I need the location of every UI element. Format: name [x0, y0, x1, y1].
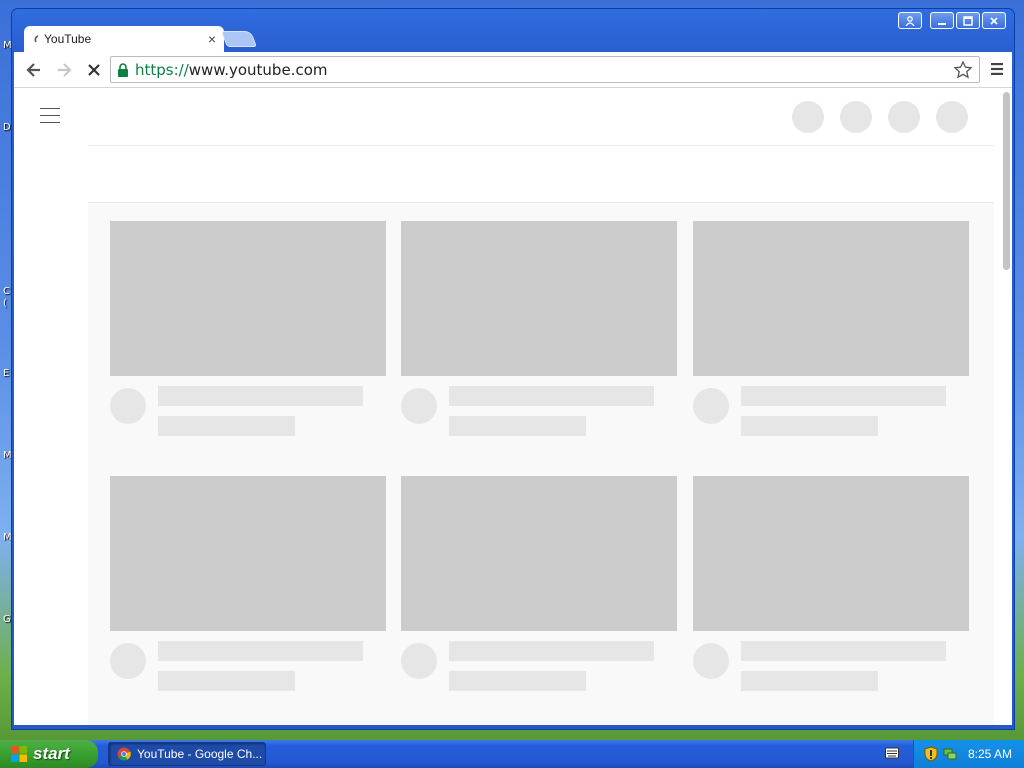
avatar-placeholder [401, 643, 437, 679]
browser-menu-icon[interactable] [990, 62, 1004, 76]
meta-placeholder [158, 671, 295, 691]
thumbnail-placeholder [401, 221, 677, 376]
window-controls [898, 12, 1006, 29]
tab-title: YouTube [44, 32, 92, 46]
taskbar: start YouTube - Google Ch... 8:25 AM [0, 740, 1024, 768]
video-card-skeleton [693, 476, 969, 691]
avatar-placeholder [693, 388, 729, 424]
stop-icon [88, 63, 100, 76]
keyboard-icon[interactable] [885, 747, 899, 759]
close-window-button[interactable] [982, 12, 1006, 29]
meta-placeholder [741, 416, 878, 436]
chrome-icon [117, 747, 131, 761]
minimize-button[interactable] [930, 12, 954, 29]
user-icon [905, 15, 915, 26]
close-icon [990, 16, 998, 25]
taskbar-window-button[interactable]: YouTube - Google Ch... [108, 742, 266, 766]
thumbnail-placeholder [693, 476, 969, 631]
desktop-icon-label: E [3, 368, 10, 379]
desktop-icon-label: D [3, 122, 11, 133]
thumbnail-placeholder [110, 221, 386, 376]
url-scheme: https:// [135, 60, 189, 79]
desktop-icon-label: ( [3, 298, 7, 309]
thumbnail-placeholder [693, 221, 969, 376]
system-tray: 8:25 AM [913, 740, 1024, 768]
clock: 8:25 AM [968, 747, 1013, 761]
minimize-icon [938, 22, 946, 25]
browser-tab[interactable]: YouTube × [24, 26, 224, 52]
browser-toolbar: https://www.youtube.com [14, 52, 1012, 87]
forward-arrow-icon [58, 62, 72, 77]
header-placeholder-circle [792, 101, 824, 133]
thumbnail-placeholder [110, 476, 386, 631]
address-bar[interactable]: https://www.youtube.com [110, 56, 980, 83]
page-scrollbar[interactable] [1003, 92, 1010, 270]
avatar-placeholder [401, 388, 437, 424]
header-divider [88, 145, 994, 146]
security-shield-icon[interactable] [924, 746, 938, 762]
title-placeholder [741, 641, 946, 661]
title-placeholder [449, 641, 654, 661]
network-icon[interactable] [942, 746, 958, 762]
title-placeholder [449, 386, 654, 406]
back-button[interactable] [22, 58, 46, 82]
desktop-icon-label: C [3, 286, 10, 297]
profile-button[interactable] [898, 12, 922, 29]
maximize-button[interactable] [956, 12, 980, 29]
avatar-placeholder [110, 643, 146, 679]
video-card-skeleton [110, 221, 386, 436]
meta-placeholder [449, 671, 586, 691]
browser-window: YouTube × https://www.youtube.com [11, 8, 1015, 730]
desktop-icon-label: G [3, 614, 11, 625]
bookmark-star-icon[interactable] [953, 60, 973, 80]
video-card-skeleton [693, 221, 969, 436]
stop-loading-button[interactable] [82, 58, 106, 82]
page-viewport [14, 87, 1012, 725]
url-host: www.youtube.com [188, 60, 328, 79]
taskbar-window-label: YouTube - Google Ch... [137, 747, 263, 761]
guide-menu-icon[interactable] [40, 108, 60, 129]
meta-placeholder [741, 671, 878, 691]
loading-spinner-icon [34, 35, 39, 43]
meta-placeholder [449, 416, 586, 436]
header-placeholder-circle [936, 101, 968, 133]
header-placeholder-circle [888, 101, 920, 133]
thumbnail-placeholder [401, 476, 677, 631]
avatar-placeholder [110, 388, 146, 424]
video-card-skeleton [401, 221, 677, 436]
restore-icon [963, 15, 973, 26]
windows-logo-icon [11, 746, 27, 762]
url-text: https://www.youtube.com [135, 61, 327, 79]
meta-placeholder [158, 416, 295, 436]
video-grid-skeleton [88, 203, 994, 725]
title-placeholder [741, 386, 946, 406]
video-card-skeleton [110, 476, 386, 691]
title-placeholder [158, 641, 363, 661]
forward-button[interactable] [52, 58, 76, 82]
start-label: start [33, 744, 70, 763]
tab-close-button[interactable]: × [208, 31, 216, 47]
start-button[interactable]: start [0, 740, 98, 768]
new-tab-button[interactable] [221, 31, 257, 47]
video-card-skeleton [401, 476, 677, 691]
title-placeholder [158, 386, 363, 406]
header-placeholder-circle [840, 101, 872, 133]
lock-icon [118, 62, 128, 77]
avatar-placeholder [693, 643, 729, 679]
back-arrow-icon [26, 62, 40, 77]
